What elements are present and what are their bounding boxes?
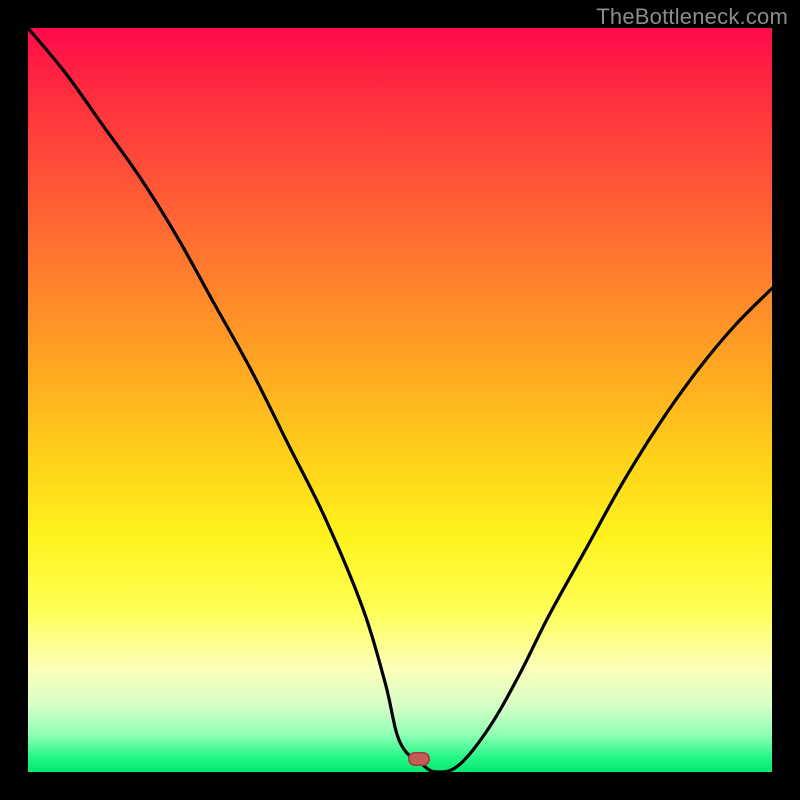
watermark-text: TheBottleneck.com <box>596 4 788 30</box>
plot-area <box>28 28 772 772</box>
optimum-marker <box>408 752 430 766</box>
curve-path <box>28 28 772 772</box>
chart-frame: TheBottleneck.com <box>0 0 800 800</box>
bottleneck-curve <box>28 28 772 772</box>
